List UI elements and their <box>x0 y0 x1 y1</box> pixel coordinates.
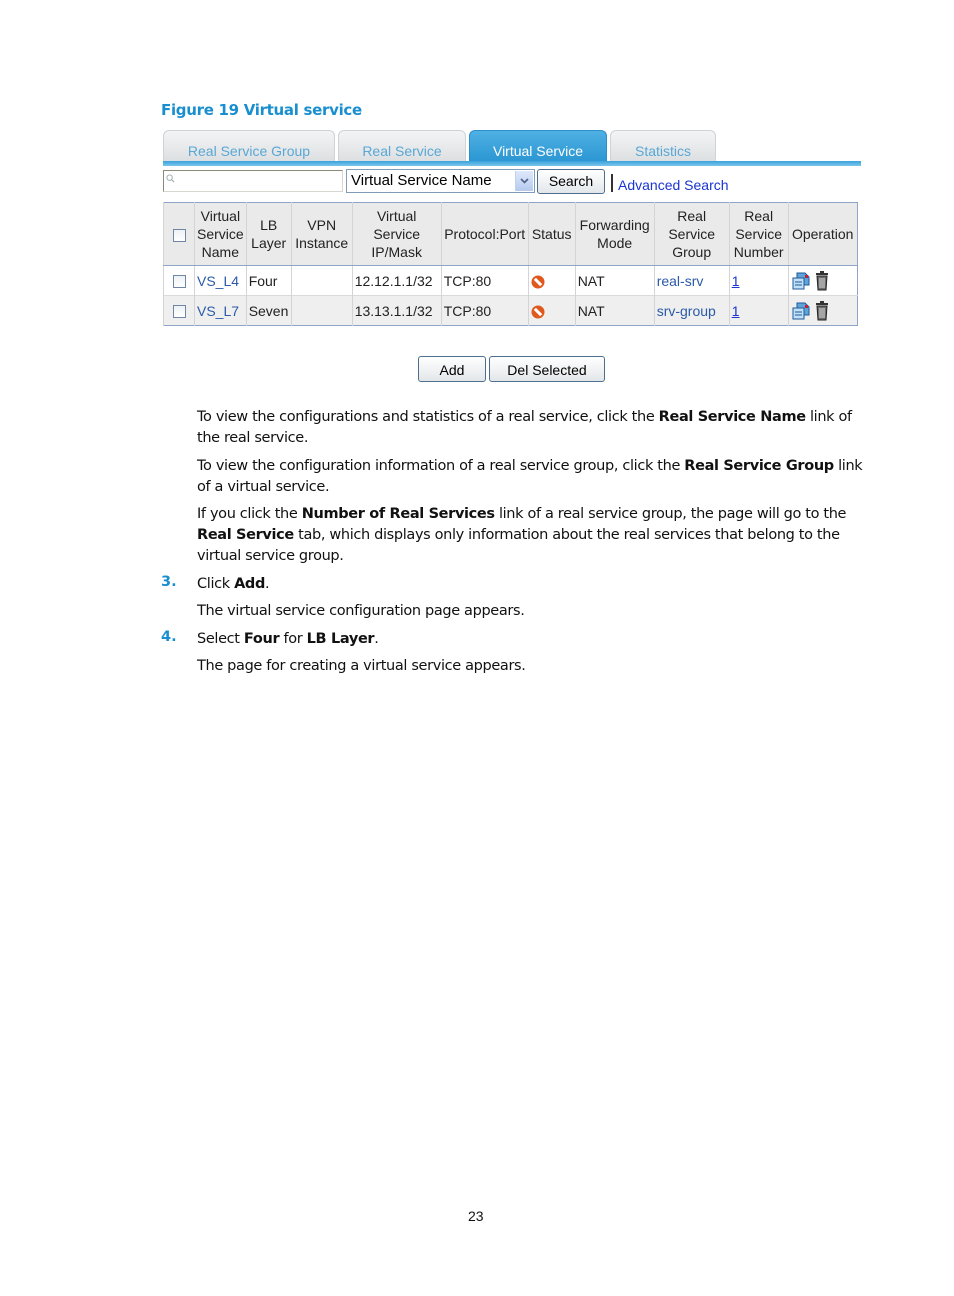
forwarding-mode-cell: NAT <box>574 265 655 296</box>
row-checkbox[interactable] <box>172 305 186 319</box>
step-3-result: The virtual service configuration page a… <box>197 603 525 619</box>
protocol-port-cell: TCP:80 <box>440 295 529 326</box>
separator <box>611 174 613 192</box>
vpn-instance-cell <box>290 265 353 296</box>
figure-title: Figure 19 Virtual service <box>161 101 362 119</box>
step-number-3: 3. <box>161 574 177 590</box>
header-real-service-group: Real Service Group <box>653 202 730 266</box>
page-number: 23 <box>468 1208 484 1224</box>
chevron-down-icon[interactable] <box>515 171 533 191</box>
table-row: VS_L4 Four 12.12.1.1/32 TCP:80 NAT real-… <box>163 265 858 296</box>
virtual-service-name-link[interactable]: VS_L4 <box>197 273 239 289</box>
ip-mask-cell: 12.12.1.1/32 <box>351 265 442 296</box>
search-button[interactable]: Search <box>537 169 605 194</box>
tab-real-service-group[interactable]: Real Service Group <box>163 130 335 162</box>
header-lb-layer: LB Layer <box>245 202 292 266</box>
tab-virtual-service[interactable]: Virtual Service <box>469 130 607 162</box>
tab-statistics[interactable]: Statistics <box>610 130 716 162</box>
disabled-status-icon <box>531 305 545 319</box>
real-service-group-link[interactable]: srv-group <box>657 303 716 319</box>
edit-icon[interactable] <box>791 301 811 321</box>
tab-underline <box>163 161 861 166</box>
search-icon <box>166 174 175 183</box>
edit-icon[interactable] <box>791 271 811 291</box>
step-3-text: Click Add. <box>197 576 270 592</box>
del-selected-button[interactable]: Del Selected <box>489 356 605 382</box>
tab-bar: Real Service Group Real Service Virtual … <box>163 130 861 166</box>
table-header-row: Virtual Service Name LB Layer VPN Instance V… <box>163 202 858 266</box>
header-real-service-number: Real Service Number <box>728 202 789 266</box>
protocol-port-cell: TCP:80 <box>440 265 529 296</box>
header-protocol-port: Protocol:Port <box>440 202 529 266</box>
step-4-text: Select Four for LB Layer. <box>197 631 379 647</box>
document-page: Figure 19 Virtual service Real Service G… <box>0 0 954 1296</box>
tab-real-service[interactable]: Real Service <box>338 130 466 162</box>
disabled-status-icon <box>531 275 545 289</box>
table-row: VS_L7 Seven 13.13.1.1/32 TCP:80 NAT srv-… <box>163 295 858 326</box>
search-field-select[interactable]: Virtual Service Name <box>346 169 535 193</box>
vpn-instance-cell <box>290 295 353 326</box>
search-field-value: Virtual Service Name <box>351 172 492 189</box>
select-all-header <box>163 202 195 266</box>
row-checkbox[interactable] <box>172 275 186 289</box>
header-status: Status <box>527 202 576 266</box>
real-service-number-link[interactable]: 1 <box>732 303 740 319</box>
forwarding-mode-cell: NAT <box>574 295 655 326</box>
select-all-checkbox[interactable] <box>172 228 186 242</box>
paragraph-real-service-name: To view the configurations and statistic… <box>197 409 852 446</box>
virtual-service-table: Virtual Service Name LB Layer VPN Instance V… <box>163 202 858 326</box>
search-input[interactable] <box>163 170 343 192</box>
delete-icon[interactable] <box>815 270 829 291</box>
virtual-service-name-link[interactable]: VS_L7 <box>197 303 239 319</box>
lb-layer-cell: Four <box>245 265 292 296</box>
header-ip-mask: Virtual Service IP/Mask <box>351 202 442 266</box>
ip-mask-cell: 13.13.1.1/32 <box>351 295 442 326</box>
real-service-number-link[interactable]: 1 <box>732 273 740 289</box>
paragraph-number-of-real-services: If you click the Number of Real Services… <box>197 506 847 564</box>
step-4-result: The page for creating a virtual service … <box>197 658 526 674</box>
paragraph-real-service-group: To view the configuration information of… <box>197 458 863 495</box>
advanced-search-link[interactable]: Advanced Search <box>618 177 729 193</box>
header-forwarding-mode: Forwarding Mode <box>574 202 655 266</box>
real-service-group-link[interactable]: real-srv <box>657 273 704 289</box>
header-virtual-service-name: Virtual Service Name <box>194 202 247 266</box>
lb-layer-cell: Seven <box>245 295 292 326</box>
step-number-4: 4. <box>161 629 177 645</box>
header-operation: Operation <box>787 202 858 266</box>
add-button[interactable]: Add <box>418 356 486 382</box>
header-vpn-instance: VPN Instance <box>290 202 353 266</box>
delete-icon[interactable] <box>815 300 829 321</box>
